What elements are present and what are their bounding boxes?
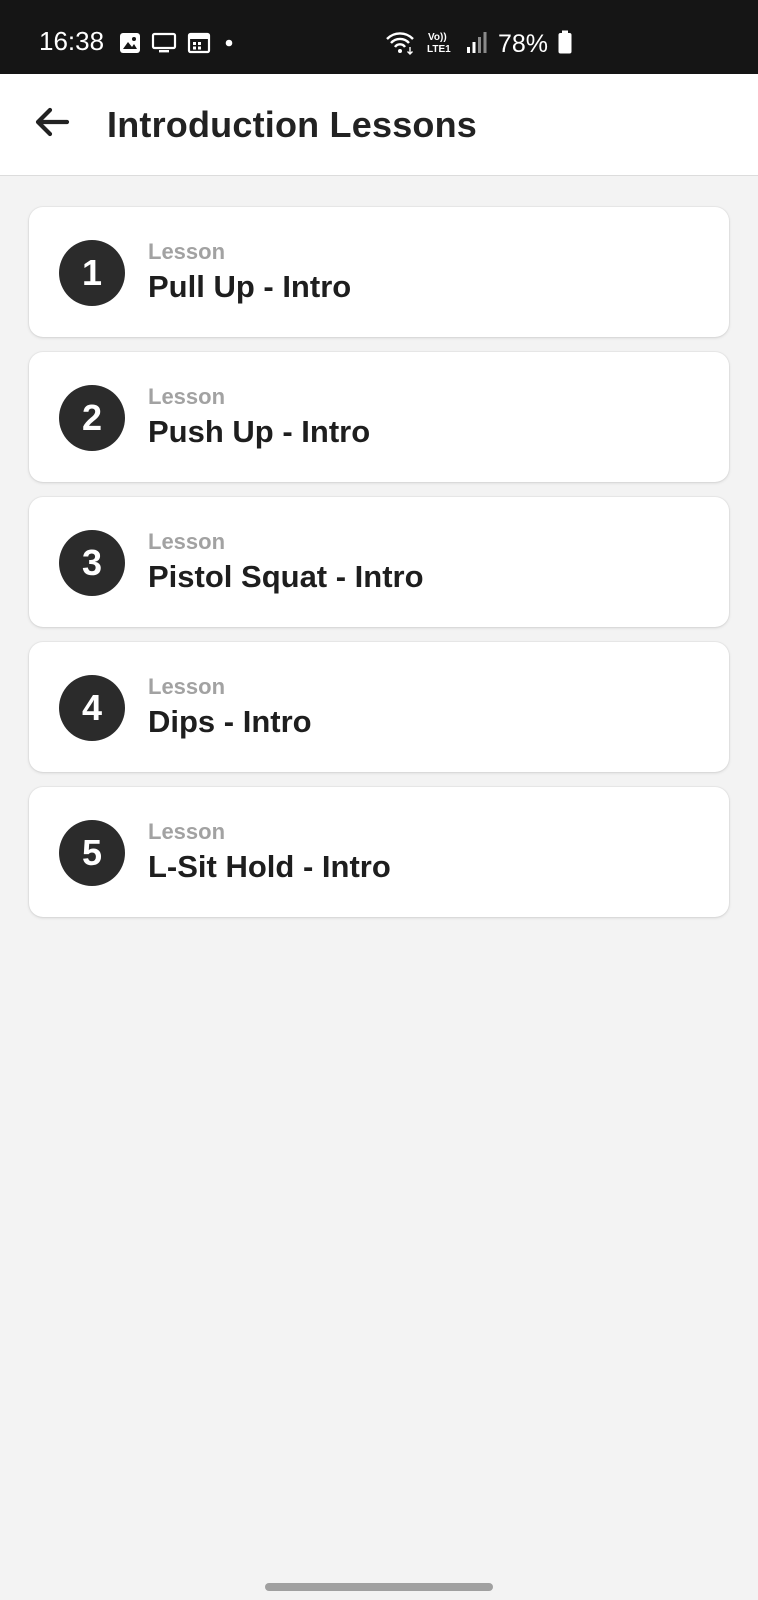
lesson-title: Pistol Squat - Intro [148, 559, 424, 594]
status-left-icons [119, 32, 237, 59]
lesson-list: 1 Lesson Pull Up - Intro 2 Lesson Push U… [29, 207, 729, 917]
svg-text:Vo)): Vo)) [428, 32, 447, 43]
lesson-kicker: Lesson [148, 384, 226, 409]
status-time: 16:38 [39, 26, 105, 56]
lesson-card[interactable]: 3 Lesson Pistol Squat - Intro [29, 497, 729, 627]
svg-text:LTE1: LTE1 [427, 44, 451, 55]
wifi-icon [384, 29, 416, 60]
calendar-icon [187, 32, 211, 59]
lesson-card[interactable]: 4 Lesson Dips - Intro [29, 642, 729, 772]
screen-cast-icon [151, 32, 177, 59]
home-indicator[interactable] [265, 1583, 493, 1591]
lesson-kicker: Lesson [148, 674, 226, 699]
lesson-number-badge: 5 [59, 820, 125, 886]
status-bar: 16:38 Vo)) LTE1 78% [0, 0, 758, 74]
lesson-card[interactable]: 2 Lesson Push Up - Intro [29, 352, 729, 482]
volte-icon: Vo)) LTE1 [426, 29, 456, 60]
lesson-title: Push Up - Intro [148, 414, 371, 449]
lesson-kicker: Lesson [148, 239, 226, 264]
lesson-number-badge: 2 [59, 385, 125, 451]
gallery-icon [119, 32, 141, 59]
back-button[interactable] [24, 96, 80, 152]
lesson-title: Pull Up - Intro [148, 269, 352, 304]
lesson-number-badge: 4 [59, 675, 125, 741]
lesson-kicker: Lesson [148, 529, 226, 554]
lesson-number-badge: 3 [59, 530, 125, 596]
battery-percentage: 78% [497, 30, 548, 58]
battery-icon [558, 30, 572, 59]
app-bar: Introduction Lessons [0, 74, 758, 176]
arrow-left-icon [33, 107, 71, 142]
lesson-title: Dips - Intro [148, 704, 312, 739]
status-right-icons: Vo)) LTE1 78% [384, 29, 572, 59]
signal-icon [466, 30, 488, 59]
lesson-card[interactable]: 5 Lesson L-Sit Hold - Intro [29, 787, 729, 917]
page-title: Introduction Lessons [107, 104, 478, 145]
lesson-card[interactable]: 1 Lesson Pull Up - Intro [29, 207, 729, 337]
lesson-number-badge: 1 [59, 240, 125, 306]
lesson-kicker: Lesson [148, 819, 226, 844]
dot-icon [221, 32, 237, 59]
lesson-title: L-Sit Hold - Intro [148, 849, 391, 884]
